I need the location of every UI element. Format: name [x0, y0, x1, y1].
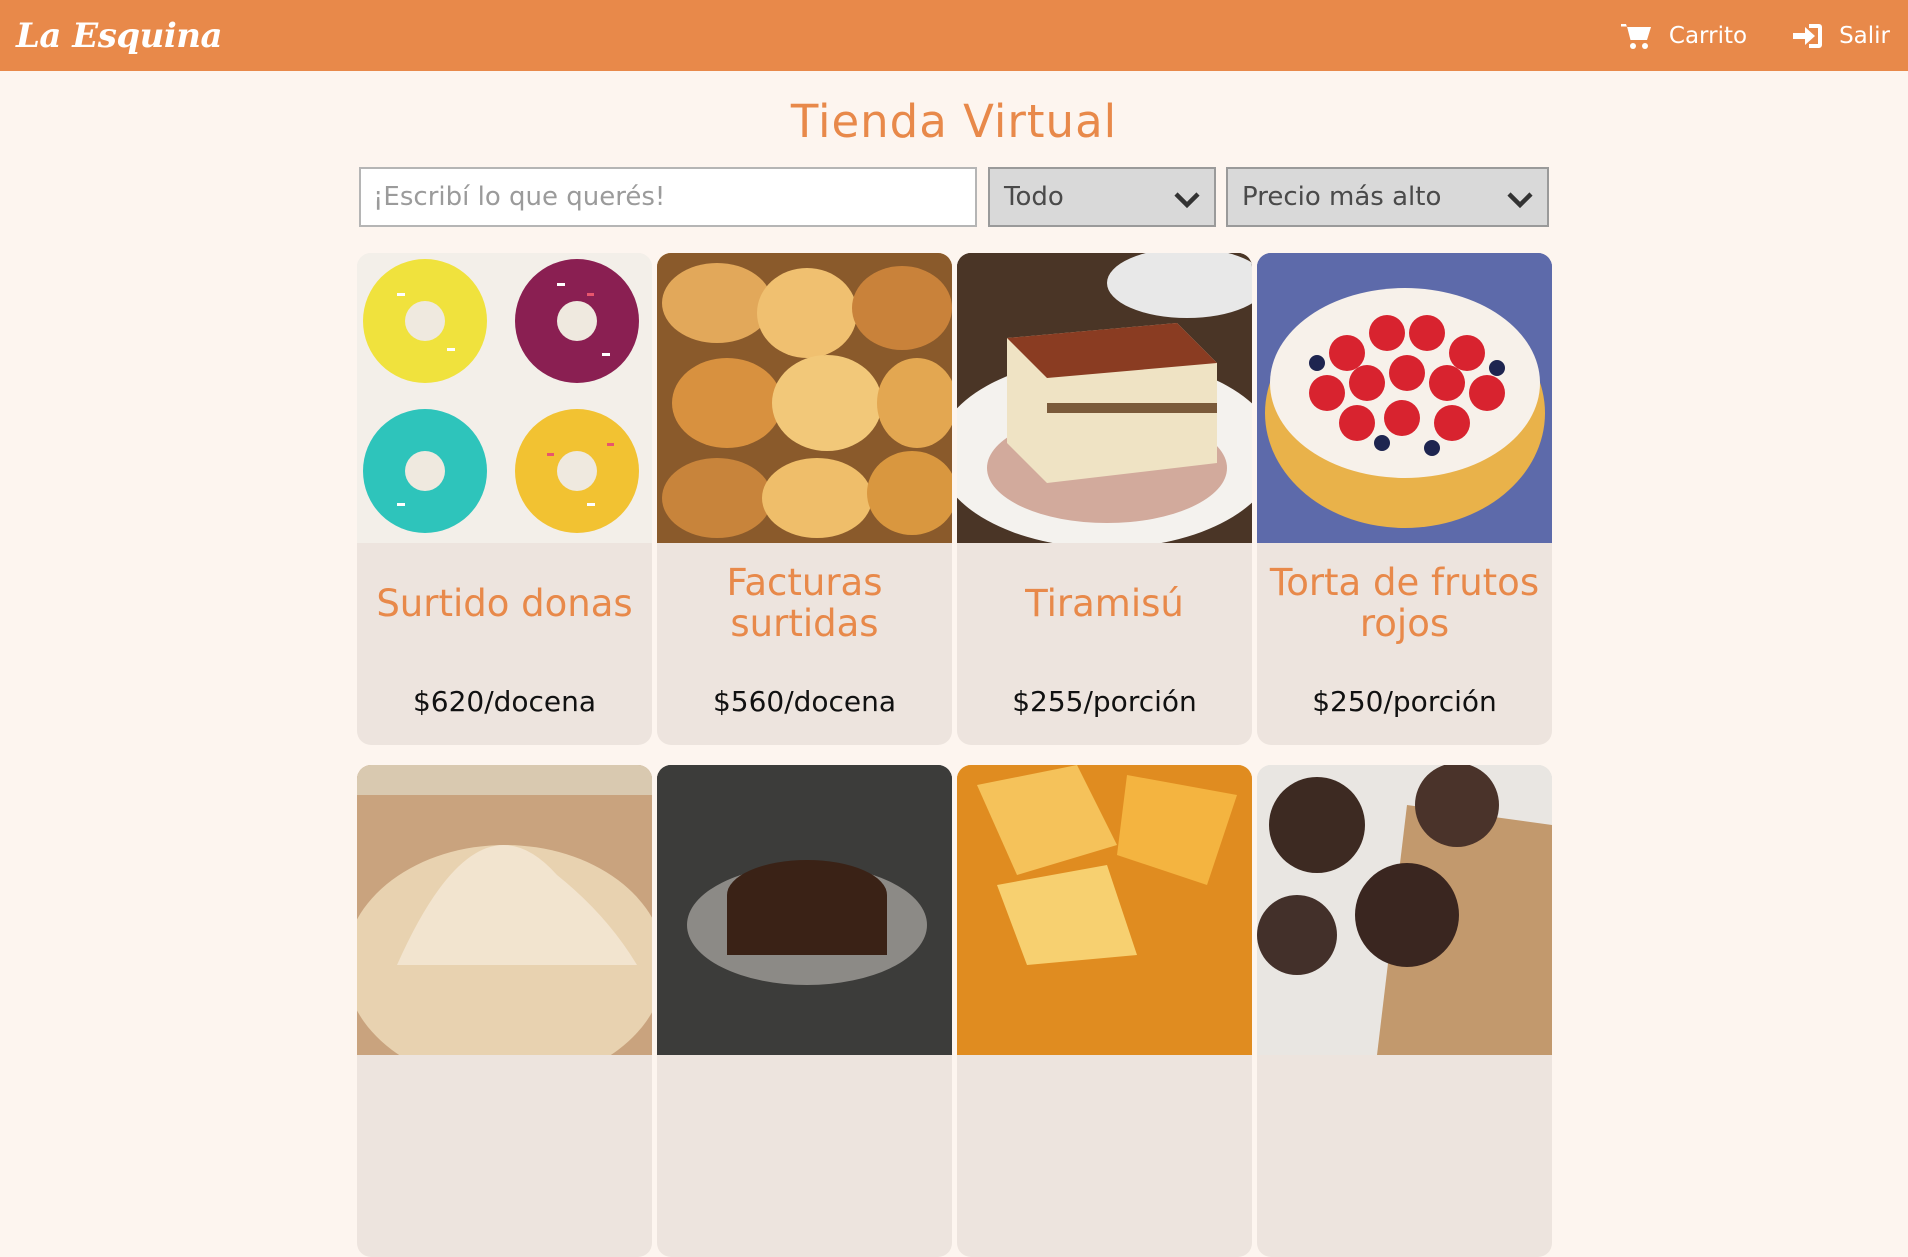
logout-link[interactable]: Salir	[1791, 22, 1890, 50]
product-image	[1257, 765, 1552, 1055]
logout-label: Salir	[1839, 22, 1890, 49]
cart-label: Carrito	[1668, 22, 1748, 49]
product-name: Facturas surtidas	[726, 561, 883, 645]
brand-logo[interactable]: La Esquina	[16, 16, 223, 56]
product-name: Tiramisú	[1025, 581, 1184, 625]
product-image-donas	[357, 253, 652, 543]
product-card-body: Surtido donas $620/docena	[357, 543, 652, 745]
chevron-down-icon	[1174, 192, 1200, 209]
product-price: $255/porción	[1012, 685, 1197, 718]
category-select-value: Todo	[1004, 182, 1064, 212]
product-image-torta	[1257, 253, 1552, 543]
product-image	[357, 765, 652, 1055]
chevron-down-icon	[1507, 192, 1533, 209]
nav-actions: Carrito Salir	[1620, 22, 1890, 50]
sort-select[interactable]: Precio más alto	[1226, 167, 1549, 227]
top-navbar: La Esquina Carrito Salir	[0, 0, 1908, 71]
shopping-cart-icon	[1620, 23, 1651, 49]
product-grid: Surtido donas $620/docena Facturas surti…	[357, 253, 1552, 1257]
product-card[interactable]: Surtido donas $620/docena	[357, 253, 652, 745]
product-price: $250/porción	[1312, 685, 1497, 718]
product-card[interactable]	[1257, 765, 1552, 1257]
product-card[interactable]	[357, 765, 652, 1257]
product-card[interactable]	[957, 765, 1252, 1257]
product-name: Torta de frutos rojos	[1269, 561, 1540, 645]
filters-bar: Todo Precio más alto	[359, 167, 1549, 227]
sort-select-value: Precio más alto	[1242, 182, 1442, 212]
product-card[interactable]: Torta de frutos rojos $250/porción	[1257, 253, 1552, 745]
sign-in-icon	[1793, 23, 1823, 48]
product-price: $560/docena	[712, 685, 897, 718]
product-card-body: Facturas surtidas $560/docena	[657, 543, 952, 745]
product-image-tiramisu	[957, 253, 1252, 543]
product-image	[657, 765, 952, 1055]
product-card-body: Tiramisú $255/porción	[957, 543, 1252, 745]
cart-link[interactable]: Carrito	[1620, 22, 1748, 50]
product-image	[957, 765, 1252, 1055]
product-price: $620/docena	[412, 685, 597, 718]
product-image-facturas	[657, 253, 952, 543]
product-card-body: Torta de frutos rojos $250/porción	[1257, 543, 1552, 745]
product-card[interactable]: Tiramisú $255/porción	[957, 253, 1252, 745]
category-select[interactable]: Todo	[988, 167, 1216, 227]
page-title: Tienda Virtual	[790, 95, 1118, 148]
search-input[interactable]	[359, 167, 977, 227]
product-card[interactable]: Facturas surtidas $560/docena	[657, 253, 952, 745]
product-card[interactable]	[657, 765, 952, 1257]
product-name: Surtido donas	[376, 581, 633, 625]
